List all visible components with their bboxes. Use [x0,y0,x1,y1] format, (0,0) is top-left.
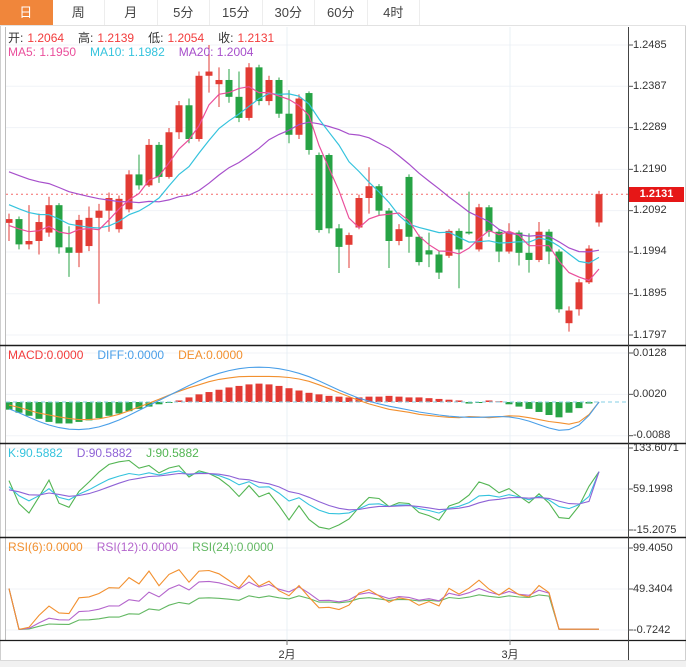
macd-value: DIFF:0.0000 [97,348,164,362]
ma-readout: MA5: 1.1950 MA10: 1.1982 MA20: 1.2004 [8,45,267,59]
ohlc-label: 收: [218,31,233,45]
ma-value: MA5: 1.1950 [8,45,76,59]
rsi-value: RSI(12):0.0000 [97,540,178,554]
kdj-value: K:90.5882 [8,446,63,460]
price-axis-label: 1.2485 [633,39,685,51]
price-axis-label: 1.1994 [633,245,685,257]
price-axis-label: 1.1895 [633,287,685,299]
tab-30min[interactable]: 30分 [263,0,316,25]
price-axis-label: 1.2289 [633,121,685,133]
rsi-readout: RSI(6):0.0000 RSI(12):0.0000 RSI(24):0.000… [8,540,288,554]
x-axis-month-label: 3月 [501,646,518,662]
timeframe-tab-bar: 日周月5分15分30分60分4时 [0,0,686,26]
kdj-value: D:90.5882 [77,446,132,460]
rsi-value: RSI(24):0.0000 [192,540,273,554]
ohlc-label: 开: [8,31,23,45]
ohlc-value: 1.2139 [97,31,134,45]
tab-day[interactable]: 日 [0,0,53,25]
macd-value: MACD:0.0000 [8,348,83,362]
ma-value: MA10: 1.1982 [90,45,165,59]
ohlc-value: 1.2054 [167,31,204,45]
current-price-tag: 1.2131 [629,187,684,202]
tab-month[interactable]: 月 [105,0,158,25]
rsi-axis-label: 99.4050 [633,542,685,554]
tab-60min[interactable]: 60分 [315,0,368,25]
tab-5min[interactable]: 5分 [158,0,211,25]
rsi-value: RSI(6):0.0000 [8,540,83,554]
macd-readout: MACD:0.0000 DIFF:0.0000 DEA:0.0000 [8,348,257,362]
tab-15min[interactable]: 15分 [210,0,263,25]
kdj-axis-label: -15.2075 [633,524,685,536]
macd-axis-label: 0.0020 [633,388,685,400]
kdj-value: J:90.5882 [146,446,199,460]
ohlc-label: 高: [78,31,93,45]
candlestick-chart[interactable] [0,0,686,667]
ohlc-readout: 开: 1.2064 高: 1.2139 低: 1.2054 收: 1.2131 [8,29,288,46]
ohlc-value: 1.2131 [237,31,274,45]
price-axis-label: 1.1797 [633,329,685,341]
ma-value: MA20: 1.2004 [179,45,254,59]
kdj-axis-label: 133.6071 [633,442,685,454]
ohlc-value: 1.2064 [27,31,64,45]
ohlc-label: 低: [148,31,163,45]
price-axis-label: 1.2190 [633,163,685,175]
price-axis-label: 1.2387 [633,80,685,92]
price-axis-label: 1.2092 [633,204,685,216]
kdj-readout: K:90.5882 D:90.5882 J:90.5882 [8,446,213,460]
x-axis-month-label: 2月 [278,646,295,662]
macd-axis-label: -0.0088 [633,429,685,441]
rsi-axis-label: -0.7242 [633,624,685,636]
trading-chart-app: 日周月5分15分30分60分4时 开: 1.2064 高: 1.2139 低: 1.205… [0,0,686,667]
tab-week[interactable]: 周 [53,0,106,25]
macd-value: DEA:0.0000 [178,348,243,362]
macd-axis-label: 0.0128 [633,347,685,359]
tab-4h[interactable]: 4时 [368,0,421,25]
kdj-axis-label: 59.1998 [633,483,685,495]
rsi-axis-label: 49.3404 [633,583,685,595]
